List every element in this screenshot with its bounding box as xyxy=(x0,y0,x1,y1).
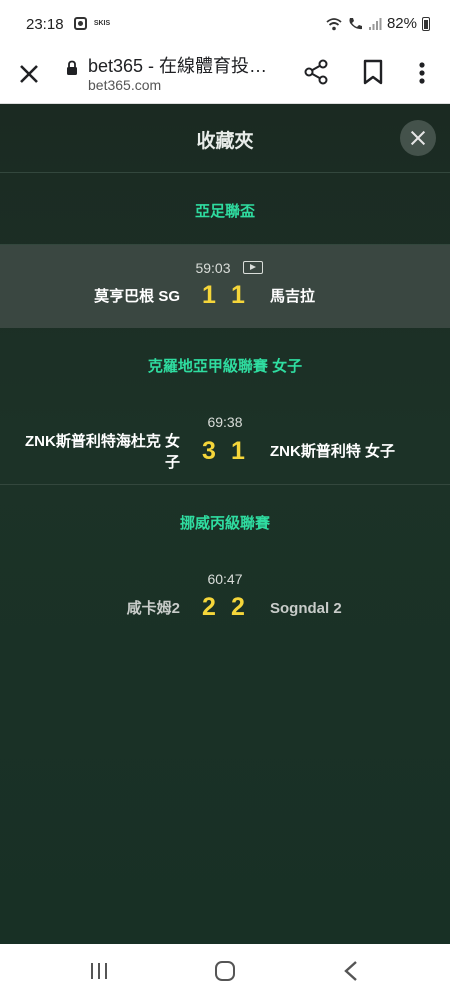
away-score: 1 xyxy=(231,437,245,465)
home-team-line: ZNK斯普利特海杜克 女 xyxy=(25,433,180,450)
match-row[interactable]: 69:38 ZNK斯普利特海杜克 女 子 3 1 ZNK斯普利特 女子 xyxy=(0,404,450,484)
status-time: 23:18 xyxy=(26,16,64,33)
home-team: ZNK斯普利特海杜克 女 子 xyxy=(25,431,180,473)
match-row[interactable]: 59:03 莫亨巴根 SG 1 1 馬吉拉 xyxy=(0,245,450,328)
close-icon[interactable] xyxy=(14,59,44,89)
favourites-title: 收藏夾 xyxy=(196,131,254,152)
match-clock: 69:38 xyxy=(207,414,243,430)
back-icon[interactable] xyxy=(343,960,359,982)
away-team: Sogndal 2 xyxy=(270,600,342,617)
share-icon[interactable] xyxy=(302,58,330,86)
status-bar: 23:18 SKIS 82% xyxy=(0,0,450,46)
signal-icon xyxy=(368,17,382,30)
battery-icon xyxy=(422,16,430,31)
page-url[interactable]: bet365.com xyxy=(88,77,161,93)
lock-icon xyxy=(67,60,77,75)
divider xyxy=(0,484,450,485)
away-team: ZNK斯普利特 女子 xyxy=(270,443,395,460)
home-score: 3 xyxy=(202,437,216,465)
recent-apps-icon[interactable] xyxy=(90,962,108,980)
match-row[interactable]: 60:47 咸卡姆2 2 2 Sogndal 2 xyxy=(0,559,450,634)
home-score: 1 xyxy=(202,281,216,309)
battery-percent: 82% xyxy=(386,15,417,32)
home-team: 咸卡姆2 xyxy=(126,600,180,617)
bookmark-icon[interactable] xyxy=(360,58,386,86)
live-video-icon[interactable] xyxy=(243,261,263,274)
app-notification-icon xyxy=(74,17,87,30)
divider xyxy=(0,172,450,173)
more-vert-icon[interactable] xyxy=(412,59,432,87)
favourites-panel: 收藏夾 亞足聯盃 59:03 莫亨巴根 SG 1 1 馬吉拉 克羅地亞甲級聯賽 … xyxy=(0,104,450,944)
browser-toolbar: bet365 - 在線體育投… bet365.com xyxy=(0,46,450,104)
away-score: 1 xyxy=(231,281,245,309)
page-title[interactable]: bet365 - 在線體育投… xyxy=(88,52,283,78)
notification-icons: SKIS xyxy=(74,17,111,30)
home-team-line: 子 xyxy=(164,454,180,471)
away-team: 馬吉拉 xyxy=(270,288,316,305)
match-clock: 59:03 xyxy=(195,260,231,276)
home-score: 2 xyxy=(202,593,216,621)
competition-title[interactable]: 克羅地亞甲級聯賽 女子 xyxy=(0,355,450,376)
competition-title[interactable]: 挪威丙級聯賽 xyxy=(0,512,450,533)
match-clock: 60:47 xyxy=(207,571,243,587)
close-favourites-button[interactable] xyxy=(400,120,436,156)
home-icon[interactable] xyxy=(215,961,235,981)
home-team: 莫亨巴根 SG xyxy=(94,288,180,305)
away-score: 2 xyxy=(231,593,245,621)
competition-title[interactable]: 亞足聯盃 xyxy=(0,200,450,221)
call-icon xyxy=(349,17,362,29)
system-indicators: 82% xyxy=(326,15,430,32)
skis-icon: SKIS xyxy=(93,19,111,27)
system-nav-bar xyxy=(0,944,450,1000)
wifi-icon xyxy=(326,17,342,30)
favourites-header: 收藏夾 xyxy=(0,104,450,172)
